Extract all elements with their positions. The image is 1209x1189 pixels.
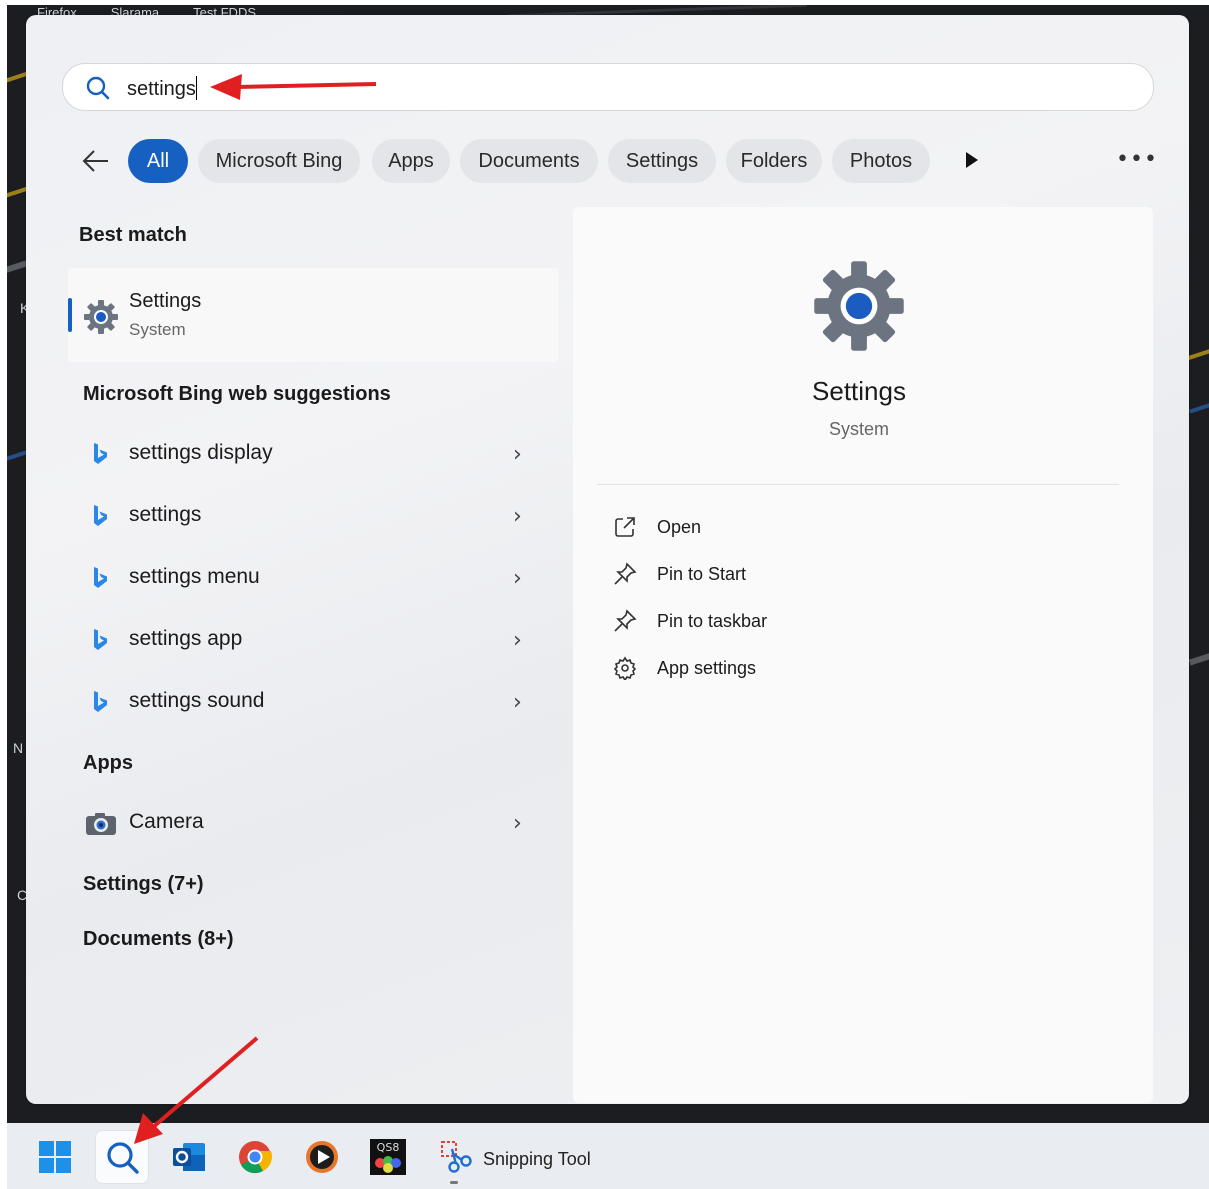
start-button[interactable] [29,1131,81,1183]
snipping-tool-icon [441,1141,472,1173]
bing-icon [91,628,109,656]
bing-icon [91,504,109,532]
pin-to-start-action[interactable]: Pin to Start [613,556,913,596]
more-options-icon[interactable]: ••• [1116,147,1158,172]
bing-suggestion-label: settings display [129,441,273,464]
preview-subtitle: System [828,419,889,439]
svg-text:QS8: QS8 [377,1141,400,1154]
action-label: Open [657,517,702,537]
bing-suggestions-heading: Microsoft Bing web suggestions [83,383,391,405]
bing-suggestion-label: settings [129,503,202,526]
bing-icon [91,566,109,594]
text-caret [195,76,197,100]
selection-accent [68,298,72,332]
bing-suggestion-item[interactable]: settings sound › [81,676,541,730]
snipping-tool-label: Snipping Tool [483,1149,591,1169]
action-label: App settings [657,658,757,678]
background-letter: N [13,740,24,756]
filter-bar: All Microsoft Bing Apps Documents Settin… [80,137,1160,185]
best-match-subtitle: System [129,320,186,339]
preview-title: Settings [812,376,906,406]
search-icon [107,1142,139,1174]
back-arrow-icon [82,150,108,172]
qs8-button[interactable]: QS8 [362,1131,414,1183]
open-external-icon [613,515,637,543]
best-match-title: Settings [129,290,202,312]
apps-heading: Apps [83,752,133,774]
bing-icon [91,690,109,718]
filter-chip-all[interactable]: All [128,139,188,183]
action-label: Pin to taskbar [657,611,768,631]
media-player-button[interactable] [296,1131,348,1183]
bing-suggestion-item[interactable]: settings menu › [81,552,541,606]
settings-more-heading[interactable]: Settings (7+) [83,873,204,896]
bing-suggestion-label: settings app [129,627,243,650]
preview-divider [597,484,1119,485]
bing-suggestion-item[interactable]: settings app › [81,614,541,668]
filter-chip-settings[interactable]: Settings [608,139,716,183]
bing-suggestion-item[interactable]: settings display › [81,428,541,482]
search-panel: settings All Microsoft Bing Apps Documen… [26,15,1189,1104]
app-result-label: Camera [129,810,204,833]
search-icon [85,75,111,105]
filter-chip-documents[interactable]: Documents [460,139,598,183]
search-input[interactable]: settings [62,63,1154,111]
chevron-right-icon[interactable]: › [513,811,522,836]
more-filters-play-icon[interactable] [964,150,980,174]
filter-chip-apps[interactable]: Apps [372,139,450,183]
bing-suggestion-label: settings menu [129,565,260,588]
taskbar: QS8 Snipping Tool [7,1123,1209,1189]
filter-chip-photos[interactable]: Photos [832,139,930,183]
app-settings-action[interactable]: App settings [613,650,913,690]
best-match-heading: Best match [79,224,187,246]
chevron-right-icon[interactable]: › [513,566,522,591]
action-label: Pin to Start [657,564,747,584]
filter-chip-microsoft-bing[interactable]: Microsoft Bing [198,139,360,183]
pin-to-taskbar-action[interactable]: Pin to taskbar [613,603,913,643]
taskbar-search-button[interactable] [96,1131,148,1183]
chevron-right-icon[interactable]: › [513,690,522,715]
search-query[interactable]: settings [127,76,197,101]
settings-gear-icon [809,256,909,360]
chevron-right-icon[interactable]: › [513,504,522,529]
result-preview-pane: Settings System Open Pin to Start Pin to… [573,207,1153,1103]
documents-more-heading[interactable]: Documents (8+) [83,928,234,951]
bing-suggestion-label: settings sound [129,689,265,712]
pin-icon [613,609,637,637]
running-indicator [450,1181,458,1184]
back-button[interactable] [80,145,112,177]
gear-icon [613,656,637,684]
outlook-icon [173,1143,205,1171]
media-player-icon [306,1141,338,1173]
chevron-right-icon[interactable]: › [513,628,522,653]
snipping-tool-button[interactable] [430,1131,482,1183]
app-result-camera[interactable]: Camera › [81,797,541,851]
filter-chip-folders[interactable]: Folders [726,139,822,183]
outlook-button[interactable] [163,1131,215,1183]
chrome-icon [239,1141,273,1174]
open-action[interactable]: Open [613,509,913,549]
start-icon [39,1141,71,1173]
settings-gear-icon [82,298,120,340]
camera-icon [85,812,117,840]
chevron-right-icon[interactable]: › [513,442,522,467]
chrome-button[interactable] [229,1131,281,1183]
best-match-result[interactable]: Settings System [68,268,558,362]
bing-icon [91,442,109,470]
pin-icon [613,562,637,590]
qs8-icon: QS8 [370,1139,406,1175]
bing-suggestion-item[interactable]: settings › [81,490,541,544]
